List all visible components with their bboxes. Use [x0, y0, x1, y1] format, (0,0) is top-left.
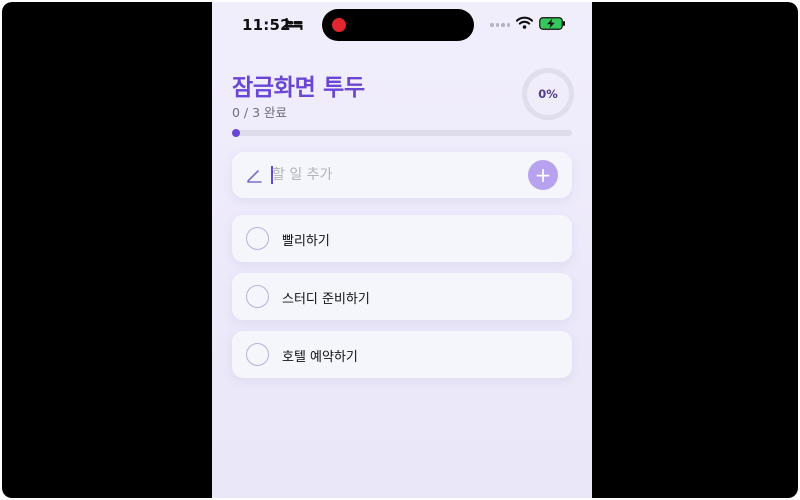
- recording-indicator-icon: [332, 18, 346, 32]
- task-checkbox[interactable]: [246, 285, 269, 308]
- progress-percent: 0%: [538, 87, 558, 101]
- screen-frame: 11:52 잠금화면 투두 0 / 3 완료 0% 할 일 추가 + 빨리하기 …: [2, 2, 798, 498]
- status-bar: 11:52: [212, 2, 592, 46]
- wifi-icon: [516, 16, 533, 29]
- task-label: 호텔 예약하기: [282, 350, 358, 365]
- add-task-card: +: [232, 152, 572, 198]
- bed-icon: [285, 18, 303, 30]
- task-label: 스터디 준비하기: [282, 292, 370, 307]
- signal-icon: [490, 23, 510, 27]
- progress-bar-fill: [232, 129, 240, 137]
- task-item[interactable]: 스터디 준비하기: [232, 273, 572, 320]
- dynamic-island: [322, 9, 474, 41]
- progress-bar: [232, 129, 572, 137]
- task-label: 빨리하기: [282, 234, 330, 249]
- task-checkbox[interactable]: [246, 343, 269, 366]
- battery-charging-icon: [539, 17, 565, 30]
- completed-count: 0 / 3 완료: [232, 105, 288, 120]
- task-list: 빨리하기 스터디 준비하기 호텔 예약하기: [232, 215, 572, 389]
- task-item[interactable]: 빨리하기: [232, 215, 572, 262]
- task-item[interactable]: 호텔 예약하기: [232, 331, 572, 378]
- status-time: 11:52: [242, 16, 291, 34]
- add-task-input[interactable]: [272, 163, 512, 187]
- task-checkbox[interactable]: [246, 227, 269, 250]
- page-title: 잠금화면 투두: [232, 75, 365, 101]
- add-task-button[interactable]: +: [528, 160, 558, 190]
- phone-screen: 11:52 잠금화면 투두 0 / 3 완료 0% 할 일 추가 + 빨리하기 …: [212, 2, 592, 498]
- progress-ring: 0%: [521, 67, 575, 121]
- pencil-icon: [247, 170, 262, 183]
